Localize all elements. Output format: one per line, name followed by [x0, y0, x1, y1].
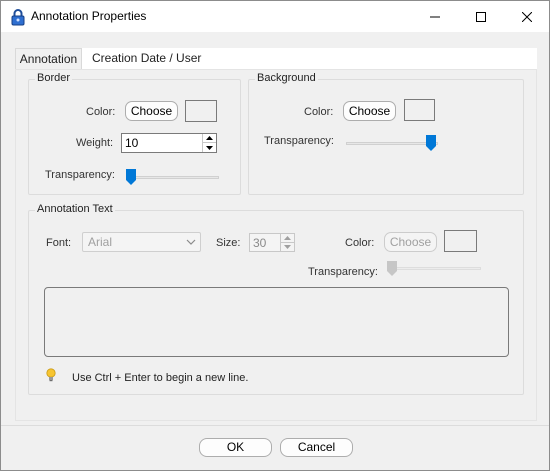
text-transparency-slider-track[interactable]	[387, 267, 481, 270]
border-weight-increment-button[interactable]	[203, 134, 216, 143]
annotation-properties-dialog: Annotation Properties Annotation Creatio…	[0, 0, 550, 471]
lock-icon	[11, 8, 25, 26]
size-label: Size:	[216, 237, 241, 249]
border-transparency-label: Transparency:	[45, 169, 115, 181]
border-choose-color-button[interactable]: Choose	[125, 101, 178, 121]
text-transparency-label: Transparency:	[308, 266, 378, 278]
text-color-label: Color:	[345, 237, 375, 249]
annotation-text-input[interactable]	[44, 287, 509, 357]
text-choose-color-button[interactable]: Choose	[384, 232, 437, 252]
footer-divider	[1, 425, 549, 426]
text-transparency-slider-thumb[interactable]	[387, 261, 397, 279]
maximize-button[interactable]	[458, 1, 504, 32]
border-transparency-slider-track[interactable]	[126, 176, 219, 179]
annotation-text-group-title: Annotation Text	[35, 203, 115, 215]
border-weight-decrement-button[interactable]	[203, 143, 216, 152]
font-select[interactable]: Arial	[82, 232, 201, 252]
border-color-swatch[interactable]	[185, 100, 217, 122]
border-weight-value[interactable]: 10	[125, 136, 138, 150]
border-weight-label: Weight:	[76, 137, 114, 149]
border-transparency-slider-thumb[interactable]	[126, 169, 136, 188]
border-weight-stepper[interactable]: 10	[121, 133, 217, 153]
size-spin-buttons	[280, 234, 294, 251]
size-increment-button[interactable]	[281, 234, 294, 243]
size-stepper[interactable]: 30	[249, 233, 295, 252]
background-transparency-slider-track[interactable]	[346, 142, 438, 145]
background-color-swatch[interactable]	[404, 99, 435, 121]
new-line-hint: Use Ctrl + Enter to begin a new line.	[72, 372, 249, 384]
border-color-label: Color:	[86, 106, 116, 118]
size-value[interactable]: 30	[253, 236, 266, 250]
border-weight-spin-buttons	[202, 134, 216, 152]
minimize-button[interactable]	[412, 1, 458, 32]
size-decrement-button[interactable]	[281, 243, 294, 252]
tab-annotation[interactable]: Annotation	[15, 48, 82, 69]
close-button[interactable]	[504, 1, 550, 32]
font-select-value: Arial	[88, 235, 113, 249]
window-title: Annotation Properties	[31, 9, 147, 23]
chevron-down-icon	[186, 237, 196, 249]
tab-creation-date-user-information[interactable]: Creation Date / User Information	[92, 48, 262, 85]
lightbulb-icon	[46, 368, 56, 385]
background-transparency-label: Transparency:	[264, 135, 334, 147]
title-bar: Annotation Properties	[1, 1, 549, 32]
background-choose-color-button[interactable]: Choose	[343, 101, 396, 121]
cancel-button[interactable]: Cancel	[280, 438, 353, 457]
border-group-title: Border	[35, 72, 73, 84]
text-color-swatch[interactable]	[444, 230, 477, 252]
background-transparency-slider-thumb[interactable]	[426, 135, 436, 154]
background-color-label: Color:	[304, 106, 334, 118]
font-label: Font:	[46, 237, 72, 249]
ok-button[interactable]: OK	[199, 438, 272, 457]
background-group-title: Background	[255, 72, 318, 84]
